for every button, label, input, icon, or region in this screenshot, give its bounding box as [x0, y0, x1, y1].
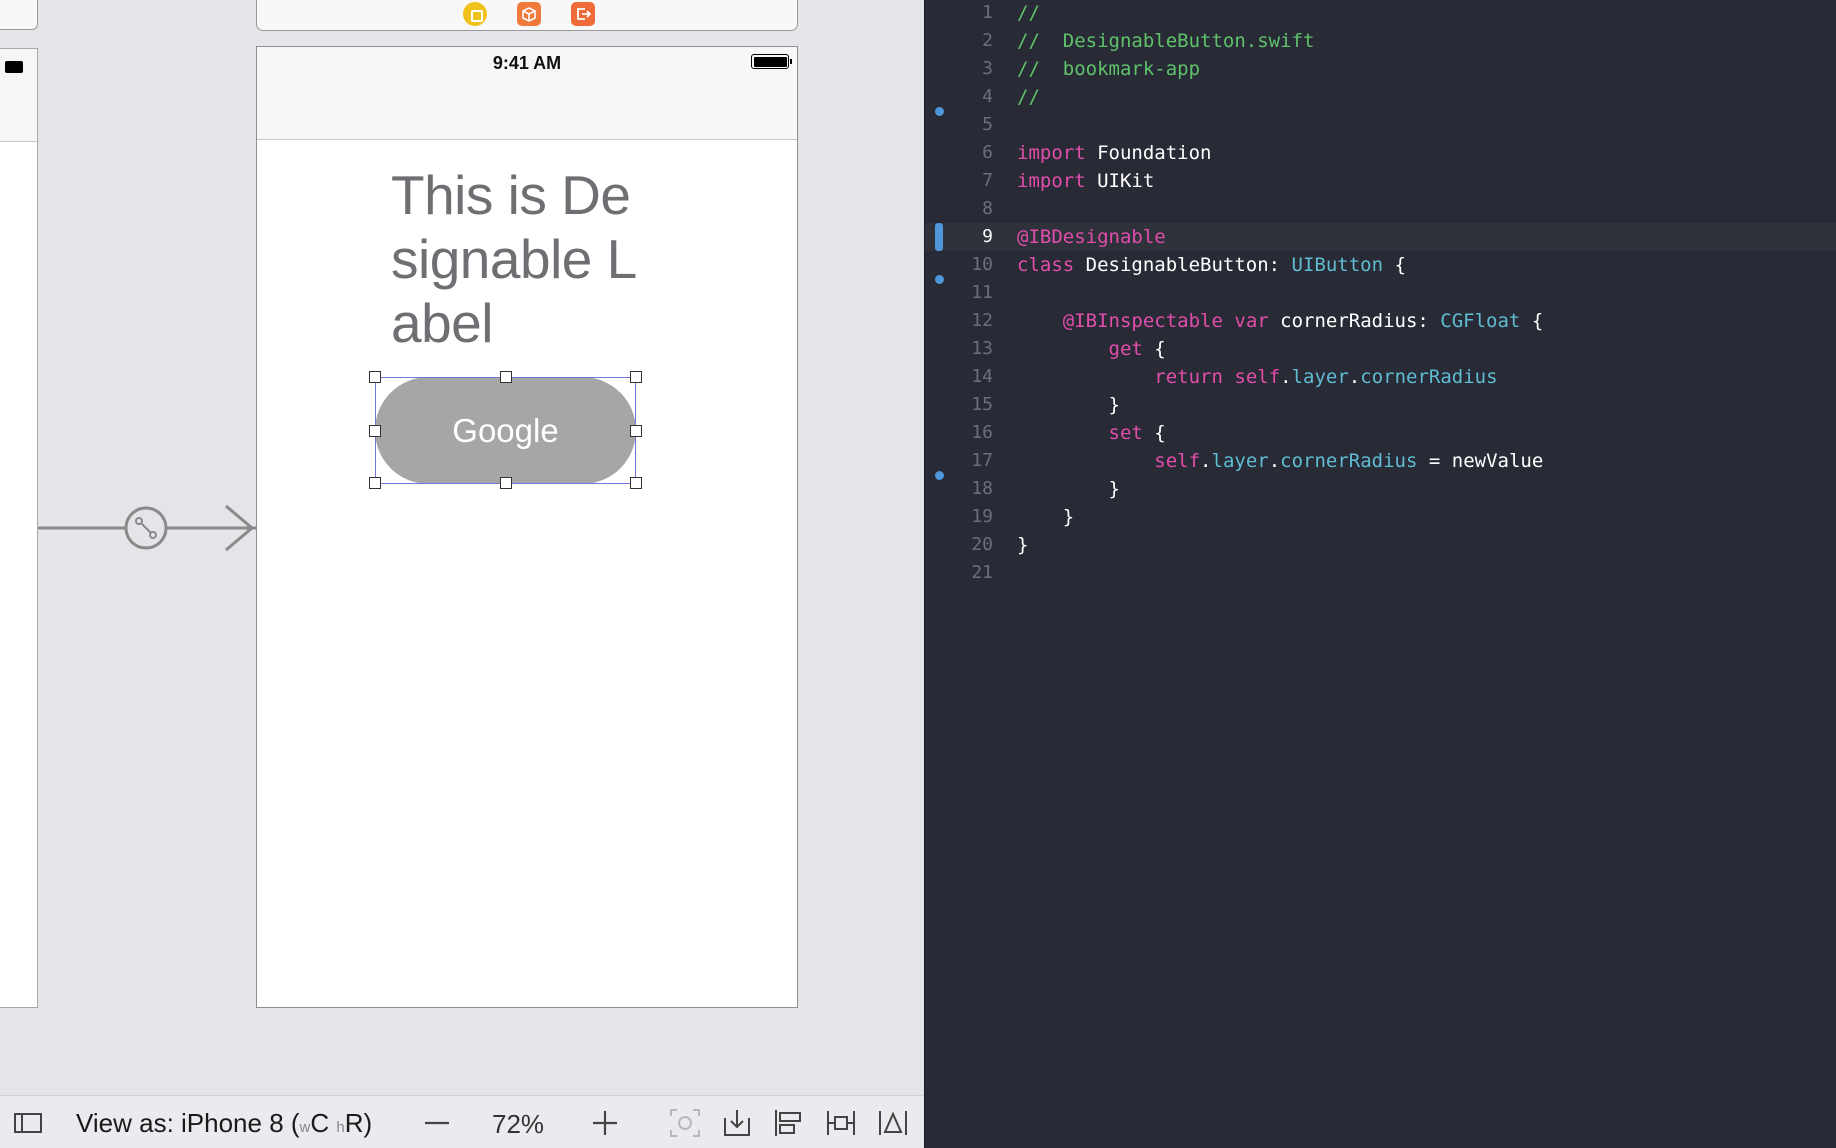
line-number[interactable]: 19	[925, 503, 993, 531]
code-line[interactable]: 19 }	[925, 503, 1836, 531]
code-line[interactable]: 16 set {	[925, 419, 1836, 447]
line-number[interactable]: 10	[925, 251, 993, 279]
gutter-marker-icon	[935, 107, 944, 116]
code-line[interactable]: 17 self.layer.cornerRadius = newValue	[925, 447, 1836, 475]
view-controller-scene[interactable]: 9:41 AM This is Designable Label Google	[256, 46, 798, 1008]
gutter-marker-icon	[935, 471, 944, 480]
height-class-value: R)	[344, 1108, 373, 1138]
code-text[interactable]: // bookmark-app	[1017, 55, 1200, 83]
scene-dock[interactable]	[256, 0, 798, 31]
embed-in-icon[interactable]	[718, 1096, 756, 1148]
pin-icon[interactable]	[822, 1096, 860, 1148]
code-line[interactable]: 1 //	[925, 0, 1836, 27]
code-text[interactable]: @IBDesignable	[1017, 223, 1166, 251]
first-responder-icon[interactable]	[517, 2, 541, 26]
code-line[interactable]: 3 // bookmark-app	[925, 55, 1836, 83]
zoom-level: 72%	[492, 1109, 545, 1139]
code-line[interactable]: 20}	[925, 531, 1836, 559]
code-text[interactable]: @IBInspectable var cornerRadius: CGFloat…	[1017, 307, 1544, 335]
code-text[interactable]: get {	[1017, 335, 1166, 363]
line-number[interactable]: 17	[925, 447, 993, 475]
google-button[interactable]: Google	[375, 377, 636, 484]
line-number[interactable]: 13	[925, 335, 993, 363]
line-number[interactable]: 2	[925, 27, 993, 55]
line-number[interactable]: 14	[925, 363, 993, 391]
code-line[interactable]: 7 import UIKit	[925, 167, 1836, 195]
code-line[interactable]: 12 @IBInspectable var cornerRadius: CGFl…	[925, 307, 1836, 335]
code-line[interactable]: 8	[925, 195, 1836, 223]
device-selector[interactable]: View as: iPhone 8 (wC hR)	[76, 1108, 372, 1139]
code-text[interactable]: //	[1017, 83, 1040, 111]
code-line[interactable]: 11	[925, 279, 1836, 307]
code-line[interactable]: 18 }	[925, 475, 1836, 503]
width-class-label: w	[299, 1119, 311, 1136]
status-bar: 9:41 AM	[257, 47, 797, 140]
align-icon[interactable]	[770, 1096, 808, 1148]
code-line[interactable]: 21	[925, 559, 1836, 587]
line-number[interactable]: 18	[925, 475, 993, 503]
width-class-value: C	[310, 1108, 330, 1138]
previous-scene-status-bar	[0, 49, 37, 142]
code-line[interactable]: 15 }	[925, 391, 1836, 419]
line-number[interactable]: 16	[925, 419, 993, 447]
code-text[interactable]: import Foundation	[1017, 139, 1211, 167]
resolve-issues-icon[interactable]	[874, 1096, 912, 1148]
battery-icon	[5, 61, 23, 73]
line-number[interactable]: 15	[925, 391, 993, 419]
line-number[interactable]: 5	[925, 111, 993, 139]
previous-scene-dock[interactable]	[0, 0, 38, 30]
line-number[interactable]: 6	[925, 139, 993, 167]
code-line[interactable]: 13 get {	[925, 335, 1836, 363]
line-number[interactable]: 20	[925, 531, 993, 559]
line-number[interactable]: 8	[925, 195, 993, 223]
storyboard-canvas[interactable]: 9:41 AM This is Designable Label Google	[0, 0, 924, 1095]
zoom-in-icon[interactable]	[588, 1096, 622, 1148]
code-line[interactable]: 9 @IBDesignable	[925, 223, 1836, 251]
code-text[interactable]: }	[1017, 531, 1028, 559]
exit-icon[interactable]	[571, 2, 595, 26]
code-line[interactable]: 2 // DesignableButton.swift	[925, 27, 1836, 55]
change-indicator	[935, 223, 943, 251]
designable-label[interactable]: This is Designable Label	[391, 163, 641, 355]
resize-handle[interactable]	[630, 371, 642, 383]
code-line[interactable]: 14 return self.layer.cornerRadius	[925, 363, 1836, 391]
line-number[interactable]: 21	[925, 559, 993, 587]
gutter-marker-icon	[935, 275, 944, 284]
code-line[interactable]: 4 //	[925, 83, 1836, 111]
resize-handle[interactable]	[369, 477, 381, 489]
height-class-label: h	[336, 1119, 345, 1136]
code-text[interactable]: set {	[1017, 419, 1166, 447]
code-text[interactable]: }	[1017, 391, 1120, 419]
code-text[interactable]: self.layer.cornerRadius = newValue	[1017, 447, 1543, 475]
line-number[interactable]: 3	[925, 55, 993, 83]
code-editor[interactable]: 1 // 2 // DesignableButton.swift 3 // bookmar…	[924, 0, 1836, 1148]
update-frames-icon[interactable]	[666, 1096, 704, 1148]
zoom-out-icon[interactable]	[420, 1096, 454, 1148]
previous-scene[interactable]	[0, 48, 38, 1008]
resize-handle[interactable]	[369, 371, 381, 383]
code-text[interactable]: class DesignableButton: UIButton {	[1017, 251, 1406, 279]
line-number[interactable]: 4	[925, 83, 993, 111]
status-time: 9:41 AM	[492, 53, 562, 73]
view-controller-icon[interactable]	[463, 2, 487, 26]
code-line[interactable]: 5	[925, 111, 1836, 139]
code-line[interactable]: 6 import Foundation	[925, 139, 1836, 167]
segue-arrow[interactable]	[38, 480, 258, 580]
line-number[interactable]: 11	[925, 279, 993, 307]
line-number[interactable]: 1	[925, 0, 993, 27]
code-text[interactable]: import UIKit	[1017, 167, 1154, 195]
sidebar-toggle-icon[interactable]	[8, 1096, 48, 1148]
line-number[interactable]: 7	[925, 167, 993, 195]
code-text[interactable]: return self.layer.cornerRadius	[1017, 363, 1497, 391]
view-as-label: View as: iPhone 8 (	[76, 1108, 300, 1138]
line-number[interactable]: 12	[925, 307, 993, 335]
code-text[interactable]: }	[1017, 503, 1074, 531]
code-line[interactable]: 10 class DesignableButton: UIButton {	[925, 251, 1836, 279]
resize-handle[interactable]	[630, 477, 642, 489]
battery-icon	[751, 54, 792, 69]
code-text[interactable]: }	[1017, 475, 1120, 503]
canvas-toolbar: View as: iPhone 8 (wC hR) 72%	[0, 1095, 924, 1148]
code-text[interactable]: // DesignableButton.swift	[1017, 27, 1314, 55]
code-text[interactable]: //	[1017, 0, 1040, 27]
